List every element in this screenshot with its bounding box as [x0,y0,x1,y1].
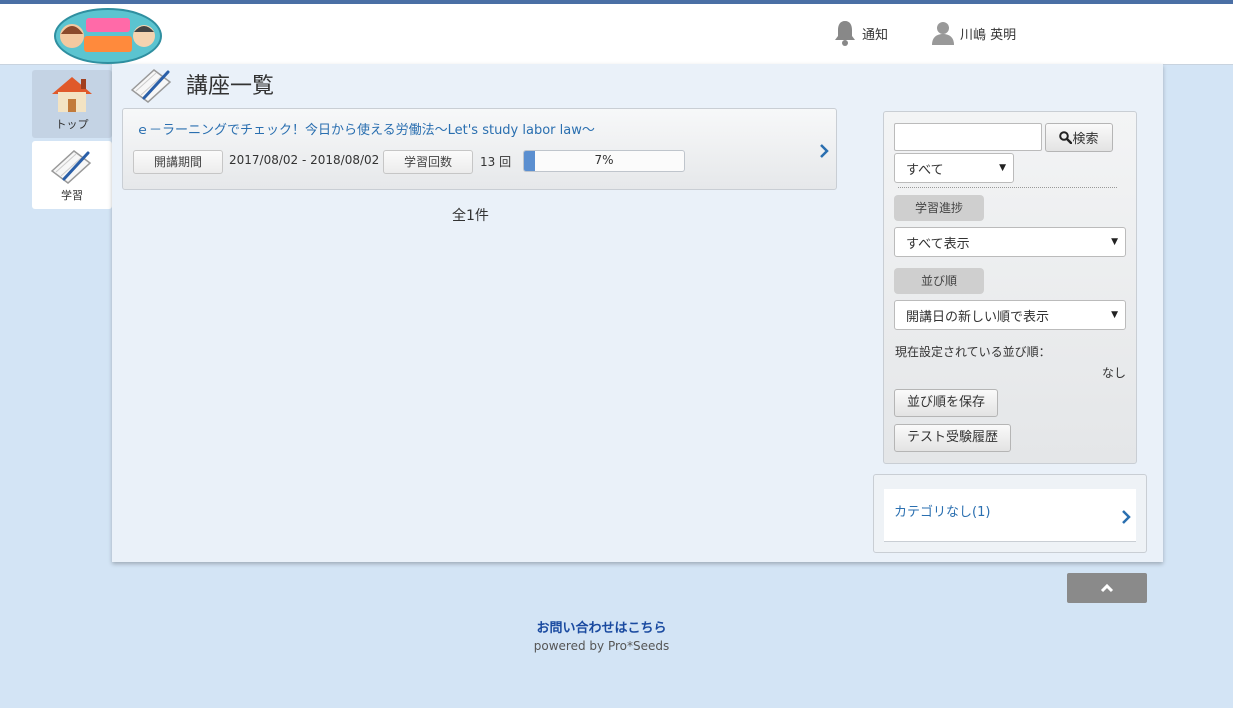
progress-bar: 7% [523,150,685,172]
category-item[interactable]: カテゴリなし(1) [884,489,1136,542]
page-header: 講座一覧 [128,64,274,104]
order-label: 並び順 [894,268,984,294]
divider [898,187,1117,188]
progress-select-value: すべて表示 [906,236,970,252]
course-card[interactable]: ｅ－ラーニングでチェック！今日から使える労働法～Let's study labo… [122,108,837,190]
category-panel: カテゴリなし(1) [873,474,1147,553]
scope-select[interactable]: すべて ▼ [894,153,1014,183]
save-order-button[interactable]: 並び順を保存 [894,389,999,417]
caret-down-icon: ▼ [1111,310,1118,320]
page-title: 講座一覧 [186,74,275,99]
powered-by: powered by Pro*Seeds [533,639,670,653]
search-button-label: 検索 [1072,132,1099,147]
scroll-to-top-button[interactable] [1067,573,1147,603]
study-count-value: 13 回 [480,155,512,169]
bell-icon [835,21,855,46]
caret-down-icon: ▼ [1111,237,1118,247]
nav-top-label: トップ [55,118,89,131]
main-panel: 講座一覧 ｅ－ラーニングでチェック！今日から使える労働法～Let's study… [112,64,1163,562]
notebook-pen-icon [130,69,172,103]
result-count: 全1件 [452,208,489,224]
nav-top[interactable]: トップ [32,70,112,138]
side-nav: トップ 学習 [32,70,112,212]
category-label[interactable]: カテゴリなし(1) [894,501,990,520]
scope-select-value: すべて [906,162,944,178]
course-title[interactable]: ｅ－ラーニングでチェック！今日から使える労働法～Let's study labo… [136,119,595,138]
order-select-value: 開講日の新しい順で表示 [906,309,1050,325]
chevron-right-icon[interactable] [818,143,830,159]
header: 通知 川嶋 英明 [0,4,1233,65]
contact-link[interactable]: お問い合わせはこちら [0,617,1203,636]
chevron-right-icon[interactable] [1120,509,1132,525]
house-icon [52,77,92,112]
progress-text: 7% [594,153,614,167]
period-label: 開講期間 [133,150,223,174]
user-menu[interactable]: 川嶋 英明 [930,18,1016,48]
notification-label: 通知 [862,27,889,43]
filter-panel: 検索 すべて ▼ 学習進捗 すべて表示 ▼ 並び順 開講日の新しい順で表示 ▼ … [883,111,1137,464]
search-input[interactable] [894,123,1042,151]
app-logo[interactable] [52,6,164,66]
progress-select[interactable]: すべて表示 ▼ [894,227,1126,257]
nav-study[interactable]: 学習 [32,141,112,209]
current-order-value: なし [1101,366,1126,380]
progress-filter-label: 学習進捗 [894,195,984,221]
current-order-label: 現在設定されている並び順： [895,345,1051,359]
period-value: 2017/08/02 - 2018/08/02 [229,153,380,167]
search-button[interactable]: 検索 [1045,123,1113,152]
nav-study-label: 学習 [61,189,83,202]
order-select[interactable]: 開講日の新しい順で表示 ▼ [894,300,1126,330]
chevron-up-icon [1100,583,1114,593]
user-icon [932,22,954,45]
test-history-button[interactable]: テスト受験履歴 [894,424,1012,452]
user-name: 川嶋 英明 [960,27,1017,43]
notification-button[interactable]: 通知 [832,18,888,48]
caret-down-icon: ▼ [999,163,1006,173]
search-icon [1059,131,1073,144]
study-count-label: 学習回数 [383,150,473,174]
notebook-pen-icon [50,150,92,184]
